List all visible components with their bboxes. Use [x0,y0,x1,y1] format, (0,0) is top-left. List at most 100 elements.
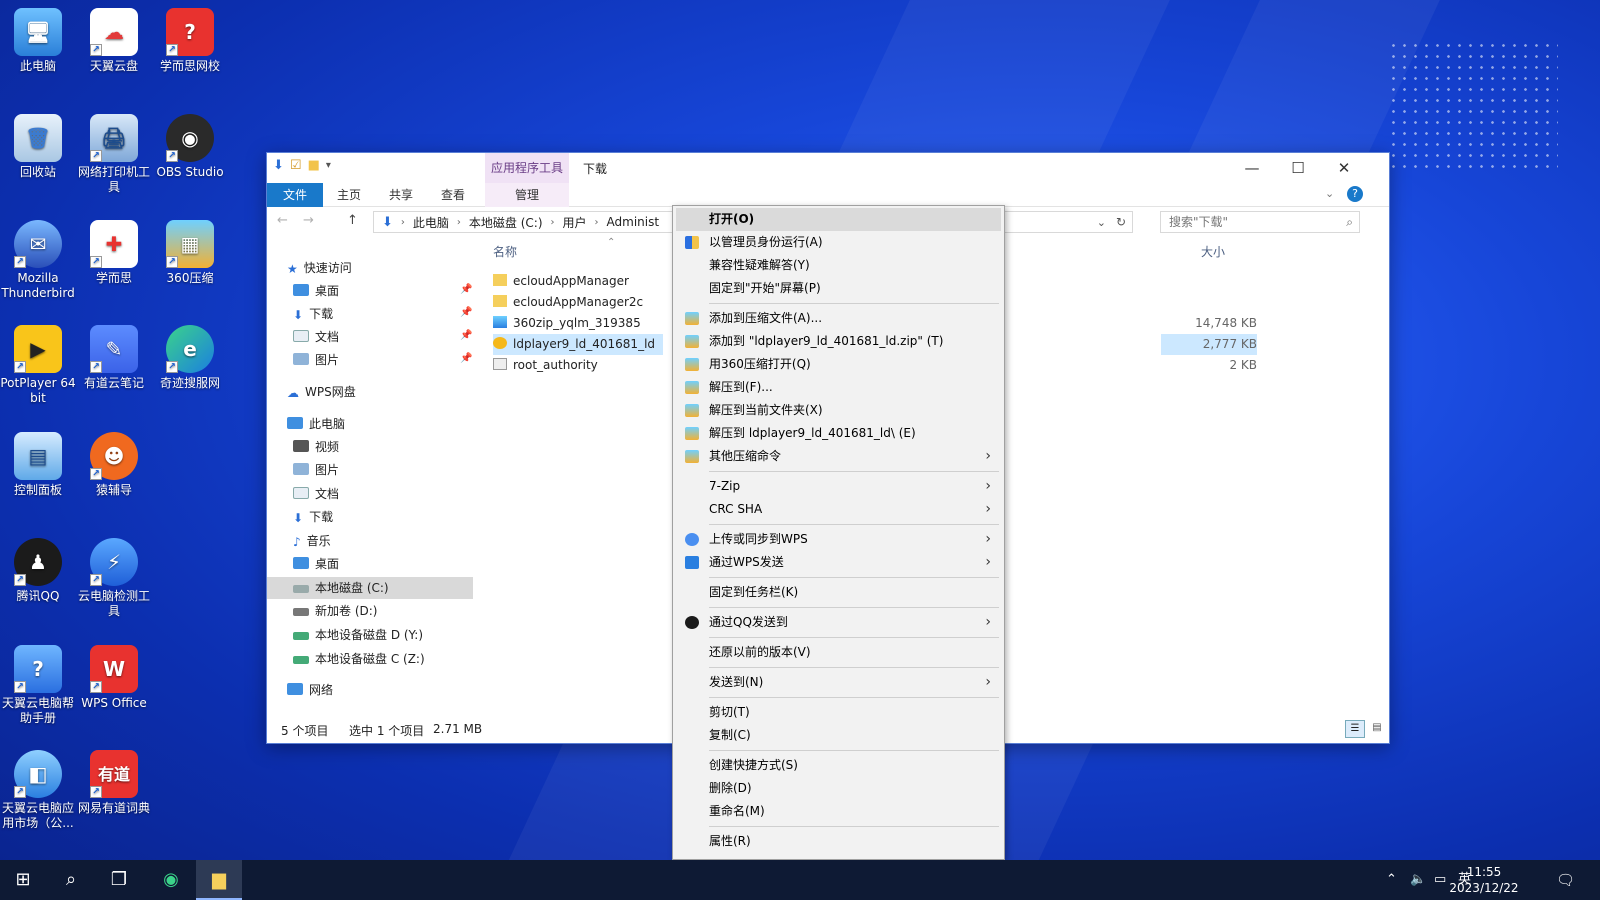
breadcrumb-item[interactable]: 用户 [563,214,587,231]
column-header-name[interactable]: 名称 [493,243,517,260]
nav-quick-desktop[interactable]: 桌面 [293,280,339,302]
pin-icon[interactable]: 📌 [460,307,472,318]
breadcrumb-item[interactable]: Administ [607,215,660,229]
title-bar[interactable]: ⬇ ☑ ■ ▾ 应用程序工具 下载 — ☐ ✕ [267,153,1389,183]
file-row[interactable]: root_authority [493,355,598,376]
desktop-icon-xueersi[interactable]: ✚ ↗ 学而思 [74,220,154,286]
maximize-button[interactable]: ☐ [1275,153,1321,183]
nav-pc-pictures[interactable]: 图片 [293,459,339,481]
desktop-icon-yuanfudao[interactable]: ☻ ↗ 猿辅导 [74,432,154,498]
desktop-icon-potplayer[interactable]: ▶ ↗ PotPlayer 64 bit [0,325,78,406]
nav-pc-local-disk-c[interactable]: 本地磁盘 (C:) [267,577,473,599]
task-view-icon[interactable]: ❐ [96,860,142,900]
menu-item-open[interactable]: 打开(O) [676,208,1001,231]
file-row[interactable]: 360zip_yqlm_319385 [493,313,641,334]
back-arrow-icon[interactable]: ← [277,213,288,228]
menu-item-restore-versions[interactable]: 还原以前的版本(V) [676,641,1001,664]
desktop-icon-obs-studio[interactable]: ◉ ↗ OBS Studio [150,114,230,180]
menu-item-extract-to-folder[interactable]: 解压到 ldplayer9_ld_401681_ld\ (E) [676,422,1001,445]
ribbon-expand-icon[interactable]: ⌄ [1325,187,1334,200]
nav-network[interactable]: 网络 [287,679,333,701]
file-row[interactable]: ecloudAppManager [493,271,629,292]
up-arrow-icon[interactable]: ↑ [347,213,358,228]
menu-item-create-shortcut[interactable]: 创建快捷方式(S) [676,754,1001,777]
nav-pc-documents[interactable]: 文档 [293,483,339,505]
network-icon[interactable]: ▭ [1434,860,1446,900]
desktop-icon-qiji-search[interactable]: e ↗ 奇迹搜服网 [150,325,230,391]
nav-pc-volume-d[interactable]: 新加卷 (D:) [293,600,377,622]
volume-icon[interactable]: 🔈 [1410,860,1426,900]
search-icon[interactable]: ⌕ [1346,212,1353,232]
desktop-icon-control-panel[interactable]: ▤ 控制面板 [0,432,78,498]
pin-icon[interactable]: 📌 [460,284,472,295]
qat-dropdown-icon[interactable]: ▾ [326,160,331,171]
nav-this-pc[interactable]: 此电脑 [287,413,345,435]
menu-item-7zip[interactable]: 7-Zip › [676,475,1001,498]
menu-item-upload-wps[interactable]: 上传或同步到WPS › [676,528,1001,551]
desktop-icon-youdao-dict[interactable]: 有道 ↗ 网易有道词典 [74,750,154,816]
menu-item-cut[interactable]: 剪切(T) [676,701,1001,724]
file-explorer-icon[interactable]: ▆ [196,860,242,900]
menu-item-compat-troubleshoot[interactable]: 兼容性疑难解答(Y) [676,254,1001,277]
menu-item-add-to-archive[interactable]: 添加到压缩文件(A)... [676,307,1001,330]
help-icon[interactable]: ? [1347,186,1363,202]
nav-pc-downloads[interactable]: ⬇ 下载 [293,506,333,528]
desktop-icon-this-pc[interactable]: 🖥 此电脑 [0,8,78,74]
desktop-icon-network-printer[interactable]: 🖨 ↗ 网络打印机工具 [74,114,154,195]
taskbar-clock[interactable]: 11:55 2023/12/22 [1448,864,1520,896]
tab-manage[interactable]: 管理 [485,183,569,207]
desktop-icon-tianyi-cloud[interactable]: ☁ ↗ 天翼云盘 [74,8,154,74]
menu-item-send-via-wps[interactable]: 通过WPS发送 › [676,551,1001,574]
tab-home[interactable]: 主页 [325,183,373,207]
nav-quick-pictures[interactable]: 图片 [293,349,339,371]
nav-wps-drive[interactable]: ☁ WPS网盘 [287,381,356,403]
nav-pc-device-disk-c[interactable]: 本地设备磁盘 C (Z:) [293,648,425,670]
search-input[interactable]: 搜索"下载" ⌕ [1160,211,1360,233]
nav-pc-desktop[interactable]: 桌面 [293,553,339,575]
breadcrumb-item[interactable]: 此电脑 [413,214,449,231]
start-windows-icon[interactable]: ⊞ [0,860,46,900]
show-hidden-icons-icon[interactable]: ⌃ [1386,860,1397,900]
new-folder-icon[interactable]: ■ [308,158,320,173]
properties-icon[interactable]: ☑ [290,158,302,173]
nav-quick-documents[interactable]: 文档 [293,326,339,348]
nav-pc-device-disk-d[interactable]: 本地设备磁盘 D (Y:) [293,624,423,646]
desktop-icon-thunderbird[interactable]: ✉ ↗ Mozilla Thunderbird [0,220,78,301]
menu-item-crc-sha[interactable]: CRC SHA › [676,498,1001,521]
menu-item-properties[interactable]: 属性(R) [676,830,1001,853]
pin-icon[interactable]: 📌 [460,353,472,364]
refresh-icon[interactable]: ↻ [1116,215,1126,229]
notification-icon[interactable]: 🗨 [1556,860,1575,900]
desktop-icon-wps-office[interactable]: W ↗ WPS Office [74,645,154,711]
desktop-icon-cloud-pc-store[interactable]: ◧ ↗ 天翼云电脑应用市场（公... [0,750,78,831]
menu-item-extract-here[interactable]: 解压到当前文件夹(X) [676,399,1001,422]
column-header-size[interactable]: 大小 [1201,243,1225,260]
desktop-icon-360zip[interactable]: ▦ ↗ 360压缩 [150,220,230,286]
nav-quick-downloads[interactable]: ⬇ 下载 [293,303,333,325]
menu-item-rename[interactable]: 重命名(M) [676,800,1001,823]
desktop-icon-xueersi-school[interactable]: ? ↗ 学而思网校 [150,8,230,74]
chevron-down-icon[interactable]: ⌄ [1097,216,1106,229]
close-button[interactable]: ✕ [1321,153,1367,183]
tab-share[interactable]: 共享 [377,183,425,207]
minimize-button[interactable]: — [1229,153,1275,183]
file-row-selected[interactable]: ldplayer9_ld_401681_ld [493,334,663,355]
desktop-icon-tencent-qq[interactable]: ♟ ↗ 腾讯QQ [0,538,78,604]
menu-item-open-with-360zip[interactable]: 用360压缩打开(Q) [676,353,1001,376]
menu-item-pin-to-taskbar[interactable]: 固定到任务栏(K) [676,581,1001,604]
menu-item-send-to[interactable]: 发送到(N) › [676,671,1001,694]
search-icon[interactable]: ⌕ [48,860,94,900]
forward-arrow-icon[interactable]: → [303,213,314,228]
menu-item-pin-to-start[interactable]: 固定到"开始"屏幕(P) [676,277,1001,300]
menu-item-extract-to[interactable]: 解压到(F)... [676,376,1001,399]
nav-quick-access[interactable]: ★ 快速访问 [287,257,352,279]
file-row[interactable]: ecloudAppManager2c [493,292,643,313]
menu-item-add-to-zip[interactable]: 添加到 "ldplayer9_ld_401681_ld.zip" (T) [676,330,1001,353]
details-view-icon[interactable]: ☰ [1345,720,1365,738]
tab-view[interactable]: 查看 [429,183,477,207]
nav-pc-music[interactable]: ♪ 音乐 [293,530,331,552]
tab-file[interactable]: 文件 [267,183,323,207]
menu-item-delete[interactable]: 删除(D) [676,777,1001,800]
desktop-icon-cloud-pc-help[interactable]: ? ↗ 天翼云电脑帮助手册 [0,645,78,726]
large-icons-view-icon[interactable]: ▤ [1367,720,1387,738]
